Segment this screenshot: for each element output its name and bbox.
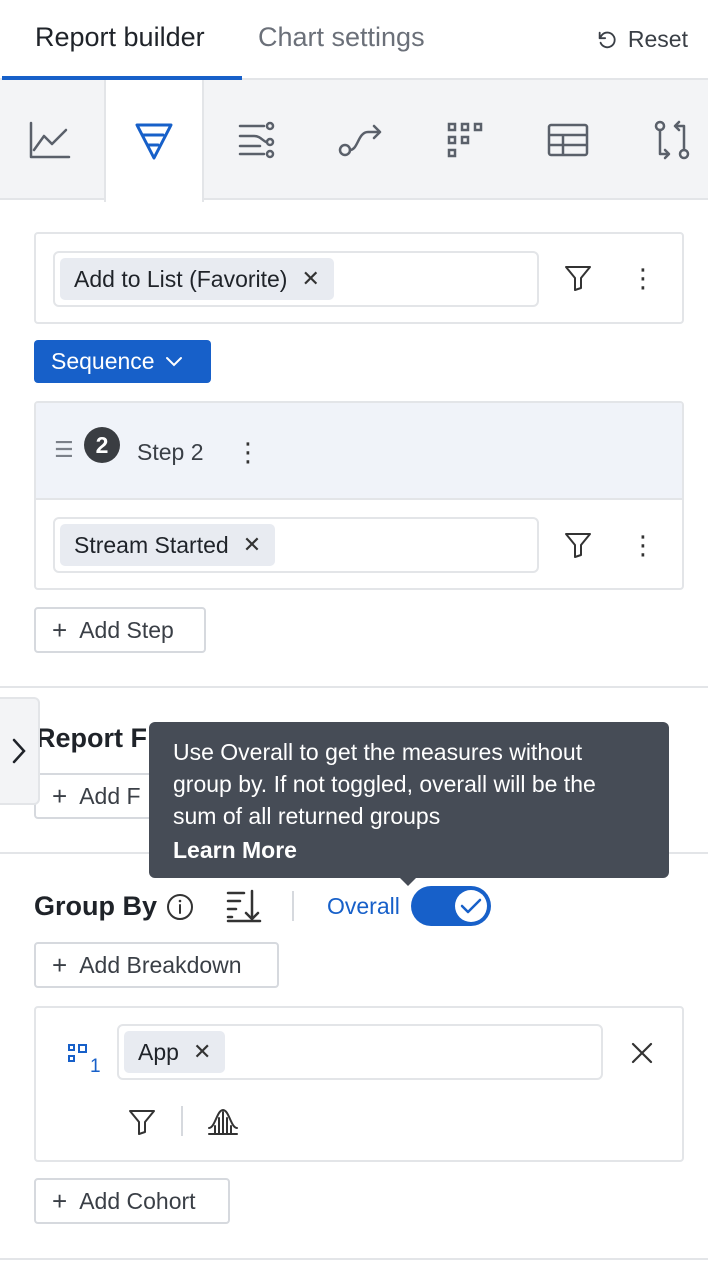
funnel-button[interactable]	[104, 80, 204, 202]
drag-handle-icon[interactable]: ☰	[54, 437, 74, 463]
line-chart-button[interactable]	[0, 80, 100, 200]
sort-icon[interactable]	[226, 889, 262, 923]
path-icon	[338, 124, 382, 157]
sequence-dropdown[interactable]: Sequence	[34, 340, 211, 383]
add-step-label: Add Step	[79, 616, 174, 643]
toggle-knob	[455, 890, 487, 922]
compare-button[interactable]	[622, 80, 708, 200]
overall-tooltip: Use Overall to get the measures without …	[149, 722, 669, 878]
reset-icon	[598, 31, 616, 48]
remove-event-icon[interactable]: ✕	[243, 532, 261, 558]
remove-event-icon[interactable]: ✕	[301, 266, 319, 292]
remove-breakdown-icon[interactable]: ✕	[193, 1039, 211, 1065]
add-cohort-label: Add Cohort	[79, 1187, 196, 1214]
tooltip-line: sum of all returned groups	[173, 803, 441, 829]
table-button[interactable]	[518, 80, 618, 200]
event-chip-label: Stream Started	[74, 531, 229, 558]
expand-panel-button[interactable]	[0, 697, 40, 805]
plus-icon: +	[52, 950, 68, 980]
tooltip-line: group by. If not toggled, overall will b…	[173, 771, 596, 797]
more-icon[interactable]: ⋮	[630, 525, 656, 565]
step-number-badge: 2	[84, 427, 120, 463]
reset-button[interactable]: Reset	[596, 26, 688, 53]
tab-bar: Report builder Chart settings Reset	[0, 0, 708, 80]
breakdown-chip: App ✕	[124, 1031, 226, 1073]
more-icon[interactable]: ⋮	[630, 258, 656, 298]
learn-more-link[interactable]: Learn More	[173, 834, 645, 866]
filter-button[interactable]	[558, 258, 598, 298]
filter-icon	[565, 533, 591, 558]
event-chip-label: Add to List (Favorite)	[74, 265, 288, 292]
add-filter-label: Add F	[79, 782, 141, 809]
step-1-card: Add to List (Favorite) ✕ ⋮	[34, 232, 684, 324]
flow-icon	[238, 121, 275, 159]
overall-label: Overall	[327, 893, 400, 919]
filter-button[interactable]	[558, 525, 598, 565]
funnel-icon	[135, 123, 173, 160]
sequence-label: Sequence	[51, 348, 155, 374]
breakdown-index: 1	[90, 1056, 101, 1077]
grid-button[interactable]	[415, 80, 515, 200]
plus-icon: +	[52, 615, 68, 645]
group-by-title: Group By	[34, 891, 158, 921]
chart-type-toolbar	[0, 80, 708, 202]
add-breakdown-label: Add Breakdown	[79, 951, 242, 978]
report-filters-title: Report F	[36, 723, 147, 753]
check-icon	[460, 898, 482, 914]
add-cohort-button[interactable]: + Add Cohort	[34, 1178, 230, 1224]
filter-icon	[565, 266, 591, 291]
separator	[292, 891, 294, 921]
breakdown-card: 1 App ✕	[34, 1006, 684, 1162]
table-icon	[547, 123, 589, 157]
plus-icon: +	[52, 781, 68, 811]
compare-icon	[654, 120, 690, 160]
distribution-icon[interactable]	[207, 1106, 239, 1136]
plus-icon: +	[52, 1186, 68, 1216]
section-divider	[0, 1258, 708, 1260]
tooltip-arrow	[398, 876, 418, 886]
reset-label: Reset	[627, 26, 688, 52]
section-divider	[0, 686, 708, 688]
group-icon	[68, 1044, 87, 1062]
path-button[interactable]	[311, 80, 411, 200]
flow-button[interactable]	[208, 80, 308, 200]
event-selector[interactable]: Add to List (Favorite) ✕	[53, 251, 539, 307]
info-icon[interactable]	[166, 893, 194, 921]
breakdown-selector[interactable]: App ✕	[117, 1024, 603, 1080]
tooltip-line: Use Overall to get the measures without	[173, 739, 583, 765]
line-chart-icon	[29, 121, 71, 159]
tab-chart-settings[interactable]: Chart settings	[258, 22, 425, 53]
event-chip: Stream Started ✕	[60, 524, 276, 566]
breakdown-chip-label: App	[138, 1038, 179, 1065]
step-more-icon[interactable]: ⋮	[235, 432, 261, 472]
event-selector[interactable]: Stream Started ✕	[53, 517, 539, 573]
step-label: Step 2	[137, 439, 204, 465]
filter-icon[interactable]	[128, 1108, 156, 1136]
separator	[181, 1106, 183, 1136]
chevron-down-icon	[165, 356, 182, 366]
tab-report-builder[interactable]: Report builder	[35, 22, 205, 53]
step-2-card: ☰ 2 Step 2 ⋮ Stream Started ✕ ⋮	[34, 401, 684, 590]
grid-icon	[447, 122, 483, 158]
close-icon[interactable]	[630, 1041, 654, 1065]
overall-toggle[interactable]	[411, 886, 491, 926]
step-2-header: ☰ 2 Step 2 ⋮	[36, 403, 682, 500]
add-breakdown-button[interactable]: + Add Breakdown	[34, 942, 279, 988]
chevron-right-icon	[12, 738, 26, 764]
add-step-button[interactable]: + Add Step	[34, 607, 206, 653]
event-chip: Add to List (Favorite) ✕	[60, 258, 334, 300]
